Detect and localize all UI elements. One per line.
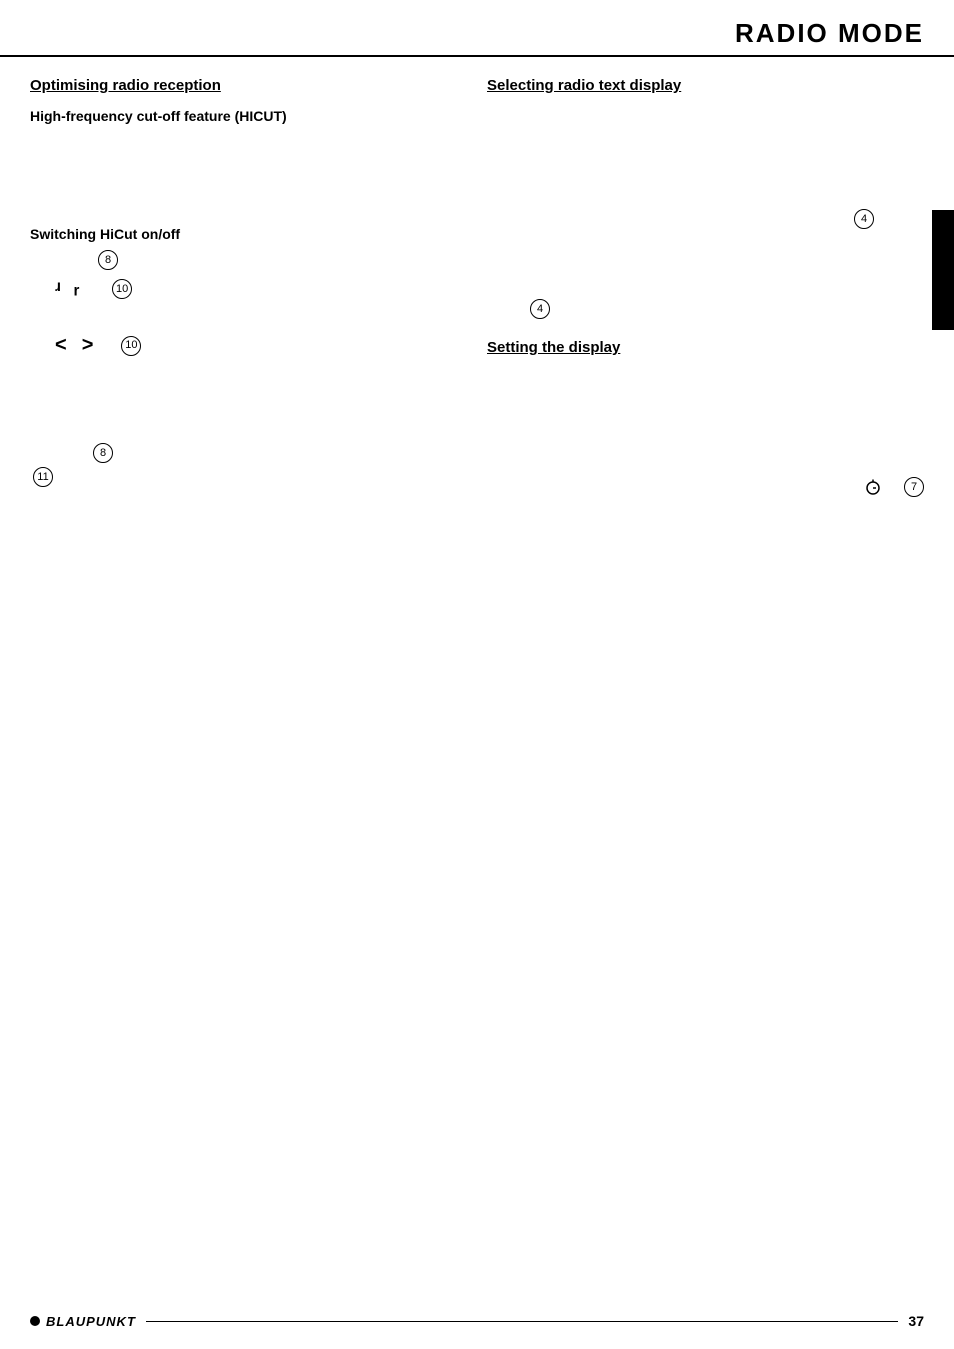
logo-dot — [30, 1316, 40, 1326]
page-number: 37 — [908, 1313, 924, 1329]
right-column: Selecting radio text display 4 4 Setting… — [477, 77, 924, 503]
page-header: RADIO MODE — [0, 0, 954, 57]
blaupunkt-logo: BLAUPUNKT — [30, 1314, 136, 1329]
circled-4-mid-row: 4 — [487, 299, 924, 319]
antenna-up-symbol: ʴ — [74, 276, 80, 302]
circled-8-bottom: 8 — [93, 443, 113, 463]
circled-4-mid: 4 — [530, 299, 550, 319]
circled-10-antennas: 10 — [112, 279, 132, 299]
subsection1-heading: High-frequency cut-off feature (HICUT) — [30, 108, 457, 124]
circled-10-arrows: 10 — [121, 336, 141, 356]
arrow-left-symbol: < — [55, 334, 67, 357]
arrow-right-symbol: > — [82, 334, 94, 357]
clock-power-icon — [863, 477, 883, 497]
section3-heading: Setting the display — [487, 339, 924, 356]
circled-8: 8 — [98, 250, 118, 270]
subsection2-heading: Switching HiCut on/off — [30, 226, 457, 242]
footer-line — [146, 1321, 899, 1322]
clock-icon-row: 7 — [487, 477, 924, 497]
antenna-down-symbol: ʴ — [55, 276, 61, 302]
circled-11: 11 — [33, 467, 53, 487]
step-8-11-row: 8 11 — [30, 443, 457, 487]
circled-4-top-row: 4 — [487, 209, 924, 229]
arrow-row: < > 10 — [30, 334, 457, 357]
page-footer: BLAUPUNKT 37 — [0, 1313, 954, 1329]
section2-heading: Selecting radio text display — [487, 77, 924, 94]
section1-heading: Optimising radio reception — [30, 77, 457, 94]
circled-7: 7 — [904, 477, 924, 497]
page-container: RADIO MODE Optimising radio reception Hi… — [0, 0, 954, 1349]
left-column: Optimising radio reception High-frequenc… — [30, 77, 477, 503]
page-title: RADIO MODE — [735, 18, 924, 48]
circled-4-top: 4 — [854, 209, 874, 229]
right-tab — [932, 210, 954, 330]
main-content: Optimising radio reception High-frequenc… — [0, 57, 954, 503]
step-8-row: 8 — [30, 250, 457, 270]
logo-text: BLAUPUNKT — [46, 1314, 136, 1329]
antenna-row: ʴ ʴ 10 — [30, 276, 457, 302]
